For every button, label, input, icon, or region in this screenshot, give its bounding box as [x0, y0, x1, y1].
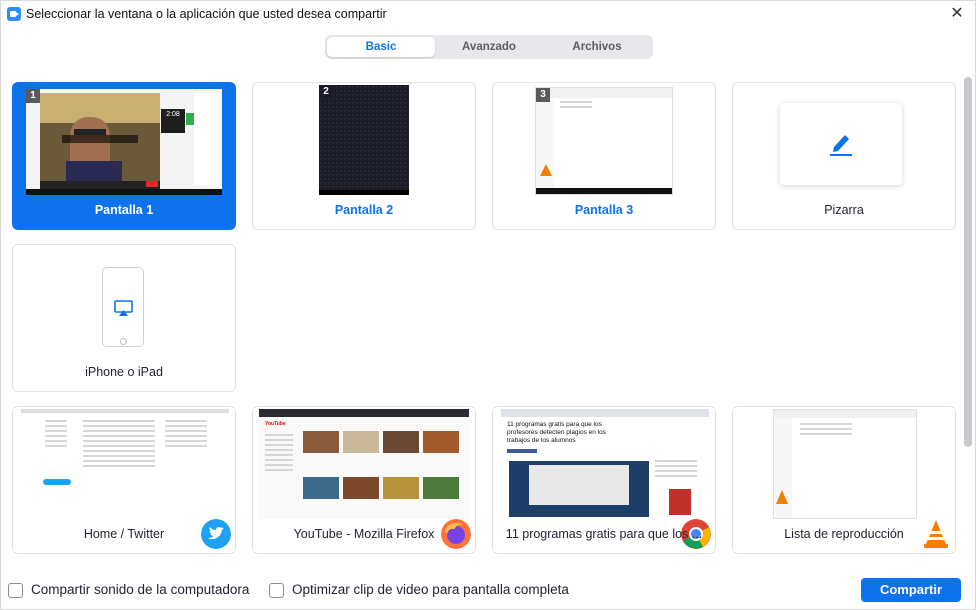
app-label: 11 programas gratis para que los ...	[505, 527, 703, 541]
vertical-scrollbar[interactable]	[964, 77, 972, 447]
screen-thumbnail: 2	[319, 85, 409, 195]
screen-number-badge: 3	[536, 88, 550, 102]
share-screen-dialog: Seleccionar la ventana o la aplicación q…	[0, 0, 976, 610]
tab-basic[interactable]: Basic	[327, 37, 435, 57]
share-sound-checkbox[interactable]	[8, 583, 23, 598]
screen-thumbnail: 3	[535, 87, 673, 195]
app-label: Home / Twitter	[83, 527, 165, 541]
close-button[interactable]: ✕	[947, 5, 967, 25]
screen-number-badge: 2	[319, 85, 333, 99]
youtube-logo: YouTube	[265, 421, 286, 427]
window-title: Seleccionar la ventana o la aplicación q…	[26, 7, 387, 21]
window-thumbnail: 11 programas gratis para que los profeso…	[501, 409, 709, 519]
home-button-icon	[120, 338, 127, 345]
bottom-bar: Compartir sonido de la computadora Optim…	[1, 567, 976, 610]
app-card-vlc[interactable]: Lista de reproducción	[732, 406, 956, 554]
article-title: 11 programas gratis para que los profeso…	[507, 421, 607, 444]
screen-card-3[interactable]: 3 Pantalla 3	[492, 82, 716, 230]
window-thumbnail	[21, 409, 229, 519]
app-card-chrome[interactable]: 11 programas gratis para que los profeso…	[492, 406, 716, 554]
zoom-app-icon	[7, 7, 21, 21]
screen-number-badge: 1	[26, 89, 40, 103]
clock-overlay: 2:08	[161, 109, 185, 133]
phone-preview	[102, 267, 144, 347]
airplay-icon	[114, 300, 133, 316]
tab-avanzado[interactable]: Avanzado	[435, 37, 543, 57]
whiteboard-label: Pizarra	[824, 203, 864, 217]
app-label: Lista de reproducción	[784, 527, 904, 541]
window-thumbnail	[773, 409, 917, 519]
tab-bar: Basic Avanzado Archivos	[325, 35, 653, 59]
whiteboard-preview	[780, 103, 902, 185]
iphone-label: iPhone o iPad	[85, 365, 163, 379]
tab-archivos[interactable]: Archivos	[543, 37, 651, 57]
screen-label: Pantalla 1	[94, 203, 154, 217]
screen-thumbnail: 2:08 1	[26, 89, 222, 195]
iphone-ipad-card[interactable]: iPhone o iPad	[12, 244, 236, 392]
app-card-firefox[interactable]: YouTube YouTube - Mozilla Firefox	[252, 406, 476, 554]
app-card-twitter[interactable]: Home / Twitter	[12, 406, 236, 554]
title-bar: Seleccionar la ventana o la aplicación q…	[1, 1, 976, 29]
optimize-video-label[interactable]: Optimizar clip de video para pantalla co…	[292, 582, 569, 597]
optimize-video-checkbox[interactable]	[269, 583, 284, 598]
screen-label: Pantalla 3	[574, 203, 634, 217]
whiteboard-card[interactable]: Pizarra	[732, 82, 956, 230]
app-label: YouTube - Mozilla Firefox	[293, 527, 435, 541]
screen-card-2[interactable]: 2 Pantalla 2	[252, 82, 476, 230]
screen-label: Pantalla 2	[334, 203, 394, 217]
screen-card-1[interactable]: 2:08 1 Pantalla 1	[12, 82, 236, 230]
share-sound-label[interactable]: Compartir sonido de la computadora	[31, 582, 249, 597]
window-thumbnail: YouTube	[259, 409, 469, 519]
share-button[interactable]: Compartir	[861, 578, 961, 602]
pencil-icon	[830, 135, 852, 156]
